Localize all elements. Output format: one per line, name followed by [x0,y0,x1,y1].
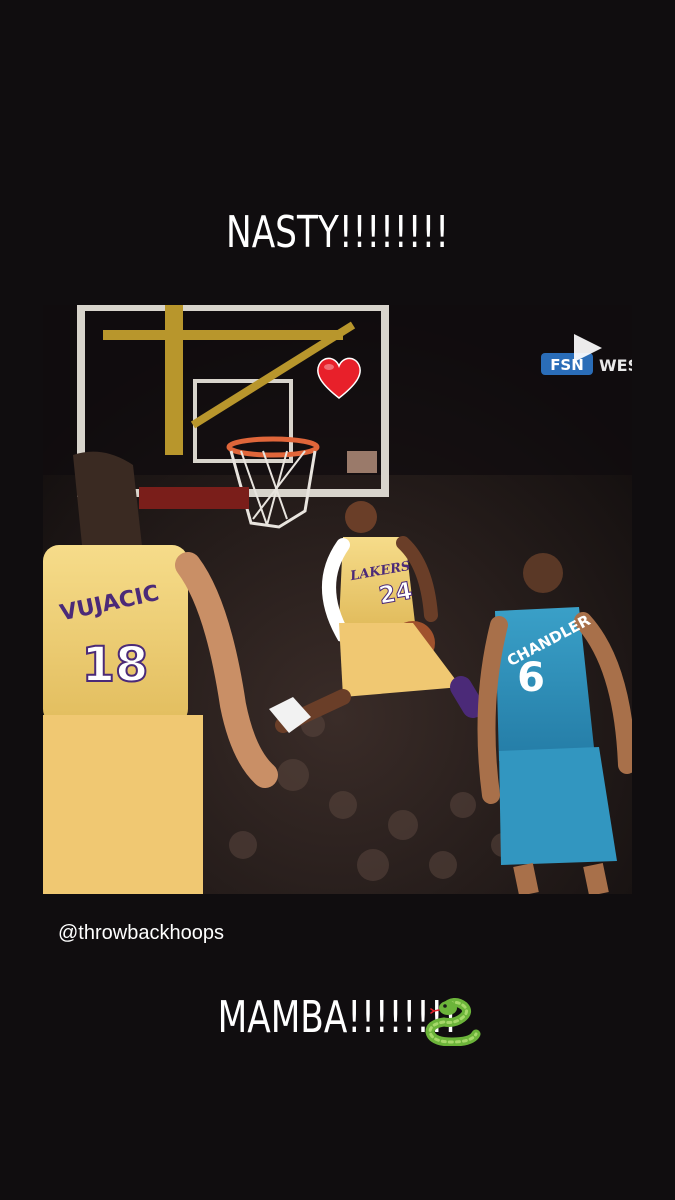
story-screen: NASTY!!!!!!!! FSN WE VUJACIC 18 LAKERS 2… [0,0,675,1200]
caption-bottom: MAMBA!!!!!!!! [74,990,601,1046]
jersey-number-vujacic: 18 [82,637,149,693]
caption-bottom-text: MAMBA!!!!!!!! [217,992,458,1043]
credit-handle[interactable]: @throwbackhoops [58,922,224,945]
caption-top: NASTY!!!!!!!! [226,207,449,258]
heart-icon [317,357,361,399]
play-icon[interactable] [570,330,606,366]
snake-icon [425,998,481,1046]
jersey-number-chandler: 6 [517,655,545,701]
jersey-number-dunker: 24 [377,576,415,609]
